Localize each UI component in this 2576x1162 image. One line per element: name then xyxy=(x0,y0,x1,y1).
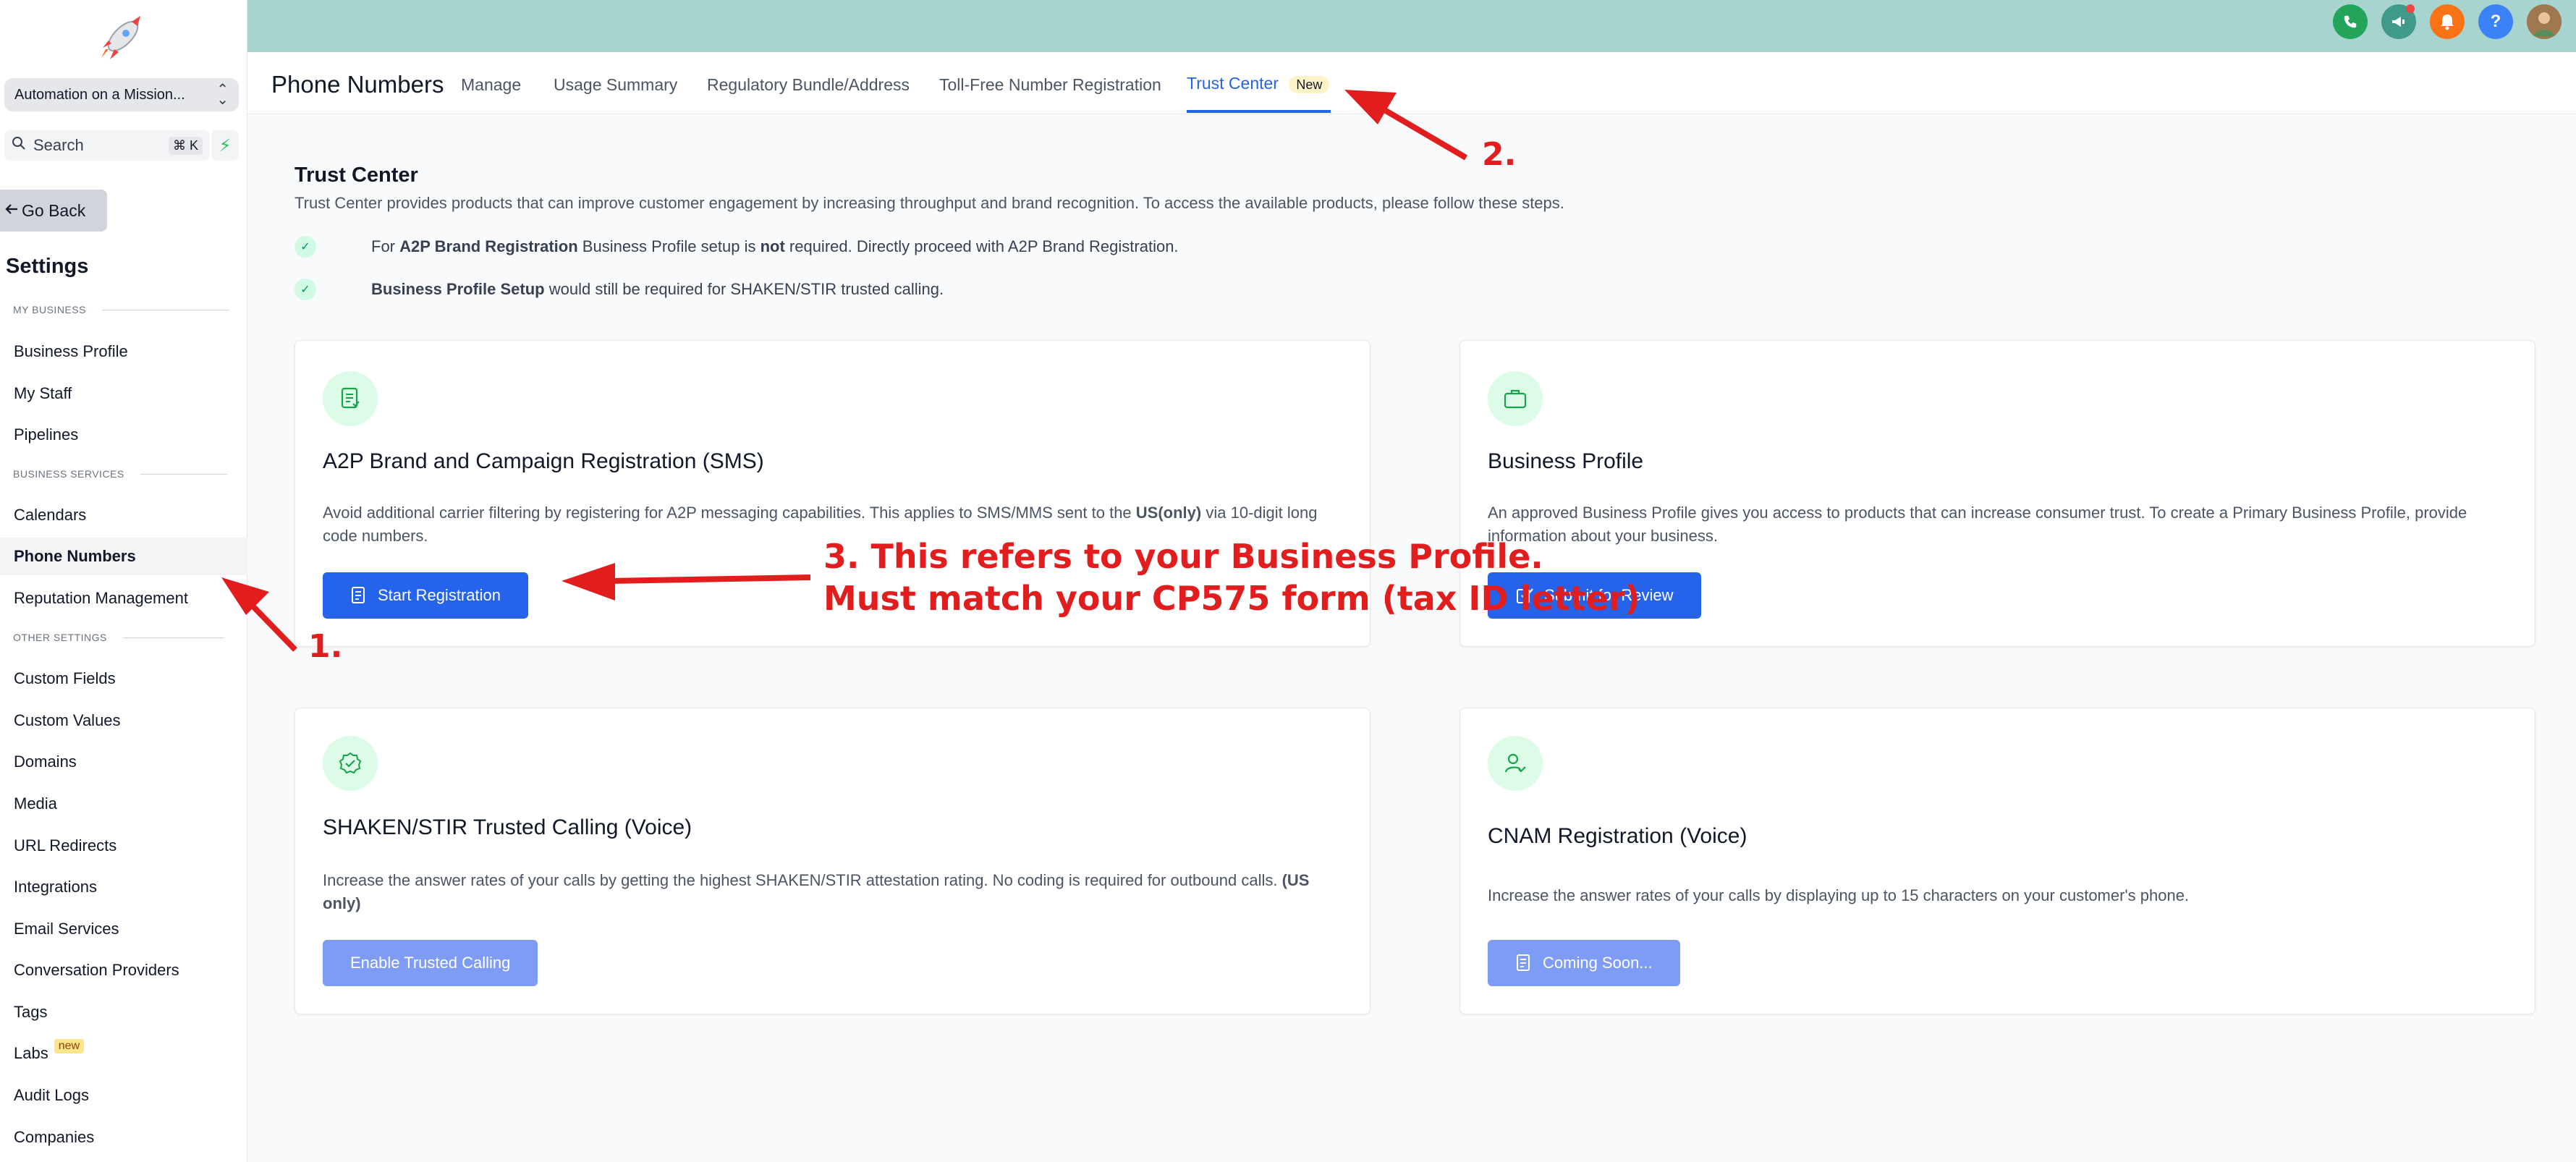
card-business-profile-title: Business Profile xyxy=(1488,449,1644,473)
card-cnam-title: CNAM Registration (Voice) xyxy=(1488,824,1747,848)
active-tab-indicator xyxy=(1187,110,1331,113)
tab-toll-free-registration[interactable]: Toll-Free Number Registration xyxy=(939,75,1161,95)
check-icon: ✓ xyxy=(295,236,316,258)
trust-center-title: Trust Center xyxy=(295,164,418,187)
enable-trusted-calling-button[interactable]: Enable Trusted Calling xyxy=(323,940,538,986)
start-registration-label: Start Registration xyxy=(378,586,501,604)
trust-center-description: Trust Center provides products that can … xyxy=(295,194,1564,212)
top-bar: ? xyxy=(247,0,2576,52)
card-cnam-registration: CNAM Registration (Voice) Increase the a… xyxy=(1459,708,2535,1014)
search-shortcut: ⌘ K xyxy=(168,136,203,155)
account-switcher[interactable]: Automation on a Mission... ⌃ ⌄ xyxy=(4,78,239,111)
section-my-business: MY BUSINESS xyxy=(13,304,229,315)
sidebar-item-labs-label: Labs xyxy=(14,1044,48,1062)
badge-check-icon xyxy=(323,736,378,791)
check-row-business-profile: ✓ Business Profile Setup would still be … xyxy=(295,279,944,300)
card-a2p-title: A2P Brand and Campaign Registration (SMS… xyxy=(323,449,764,473)
sidebar-item-my-staff[interactable]: My Staff xyxy=(0,375,247,412)
sidebar-item-integrations[interactable]: Integrations xyxy=(0,868,247,906)
check-icon: ✓ xyxy=(295,279,316,300)
search-input[interactable]: Search ⌘ K xyxy=(4,130,210,161)
sidebar-item-reputation-management[interactable]: Reputation Management xyxy=(0,580,247,617)
start-registration-button[interactable]: Start Registration xyxy=(323,572,528,619)
sidebar-item-email-services[interactable]: Email Services xyxy=(0,910,247,948)
sidebar-item-conversation-providers[interactable]: Conversation Providers xyxy=(0,951,247,989)
megaphone-icon[interactable] xyxy=(2381,4,2416,39)
sidebar-item-url-redirects[interactable]: URL Redirects xyxy=(0,827,247,865)
sidebar-item-business-profile[interactable]: Business Profile xyxy=(0,333,247,370)
search-placeholder: Search xyxy=(33,136,84,154)
check-row-a2p: ✓ For A2P Brand Registration Business Pr… xyxy=(295,236,1179,258)
help-icon[interactable]: ? xyxy=(2478,4,2513,39)
sidebar-item-pipelines[interactable]: Pipelines xyxy=(0,416,247,454)
phone-icon[interactable] xyxy=(2333,4,2368,39)
tab-usage-summary[interactable]: Usage Summary xyxy=(554,75,677,95)
annotation-2: 2. xyxy=(1482,136,1517,173)
sidebar-item-labs[interactable]: Labs new xyxy=(0,1035,247,1072)
sidebar-item-companies[interactable]: Companies xyxy=(0,1119,247,1156)
sidebar-item-domains[interactable]: Domains xyxy=(0,743,247,781)
avatar[interactable] xyxy=(2527,4,2562,39)
arrow-left-icon xyxy=(4,201,19,221)
rocket-logo-icon xyxy=(90,12,151,65)
page-title: Phone Numbers xyxy=(271,71,444,98)
document-icon xyxy=(323,371,378,426)
enable-trusted-calling-label: Enable Trusted Calling xyxy=(350,954,511,972)
document-icon xyxy=(352,587,365,603)
sidebar-item-phone-numbers[interactable]: Phone Numbers xyxy=(0,538,247,575)
card-shaken-stir-title: SHAKEN/STIR Trusted Calling (Voice) xyxy=(323,815,692,839)
card-cnam-description: Increase the answer rates of your calls … xyxy=(1488,886,2190,904)
sidebar-item-custom-values[interactable]: Custom Values xyxy=(0,702,247,739)
sidebar-item-media[interactable]: Media xyxy=(0,785,247,823)
go-back-button[interactable]: Go Back xyxy=(0,190,107,232)
tab-manage[interactable]: Manage xyxy=(461,75,521,95)
bell-icon[interactable] xyxy=(2430,4,2465,39)
chevron-updown-icon: ⌃ ⌄ xyxy=(216,82,229,108)
briefcase-icon xyxy=(1488,371,1543,426)
annotation-3: 3. This refers to your Business Profile.… xyxy=(823,537,1640,618)
card-shaken-stir: SHAKEN/STIR Trusted Calling (Voice) Incr… xyxy=(295,708,1370,1014)
coming-soon-label: Coming Soon... xyxy=(1543,954,1653,972)
tab-trust-center[interactable]: Trust Center New xyxy=(1187,74,1330,93)
quick-action-bolt-icon[interactable]: ⚡ xyxy=(211,130,239,161)
go-back-label: Go Back xyxy=(22,200,86,220)
search-icon xyxy=(12,136,26,155)
tab-trust-center-label: Trust Center xyxy=(1187,74,1279,93)
new-badge: New xyxy=(1289,76,1330,93)
annotation-1: 1. xyxy=(308,628,343,665)
settings-heading: Settings xyxy=(6,255,89,278)
section-other-settings: OTHER SETTINGS xyxy=(13,632,224,643)
document-icon xyxy=(1517,954,1530,971)
tab-regulatory-bundle[interactable]: Regulatory Bundle/Address xyxy=(707,75,910,95)
sidebar-item-audit-logs[interactable]: Audit Logs xyxy=(0,1077,247,1114)
user-check-icon xyxy=(1488,736,1543,791)
labs-new-badge: new xyxy=(54,1039,85,1053)
sidebar-item-tags[interactable]: Tags xyxy=(0,993,247,1031)
card-shaken-stir-description: Increase the answer rates of your calls … xyxy=(323,871,1310,912)
account-name: Automation on a Mission... xyxy=(14,86,185,103)
sidebar-item-custom-fields[interactable]: Custom Fields xyxy=(0,660,247,697)
sidebar: Automation on a Mission... ⌃ ⌄ Search ⌘ K… xyxy=(0,0,247,1162)
page-header: Phone Numbers Manage Usage Summary Regul… xyxy=(247,52,2576,114)
sidebar-item-calendars[interactable]: Calendars xyxy=(0,496,247,534)
coming-soon-button[interactable]: Coming Soon... xyxy=(1488,940,1680,986)
section-business-services: BUSINESS SERVICES xyxy=(13,468,227,480)
